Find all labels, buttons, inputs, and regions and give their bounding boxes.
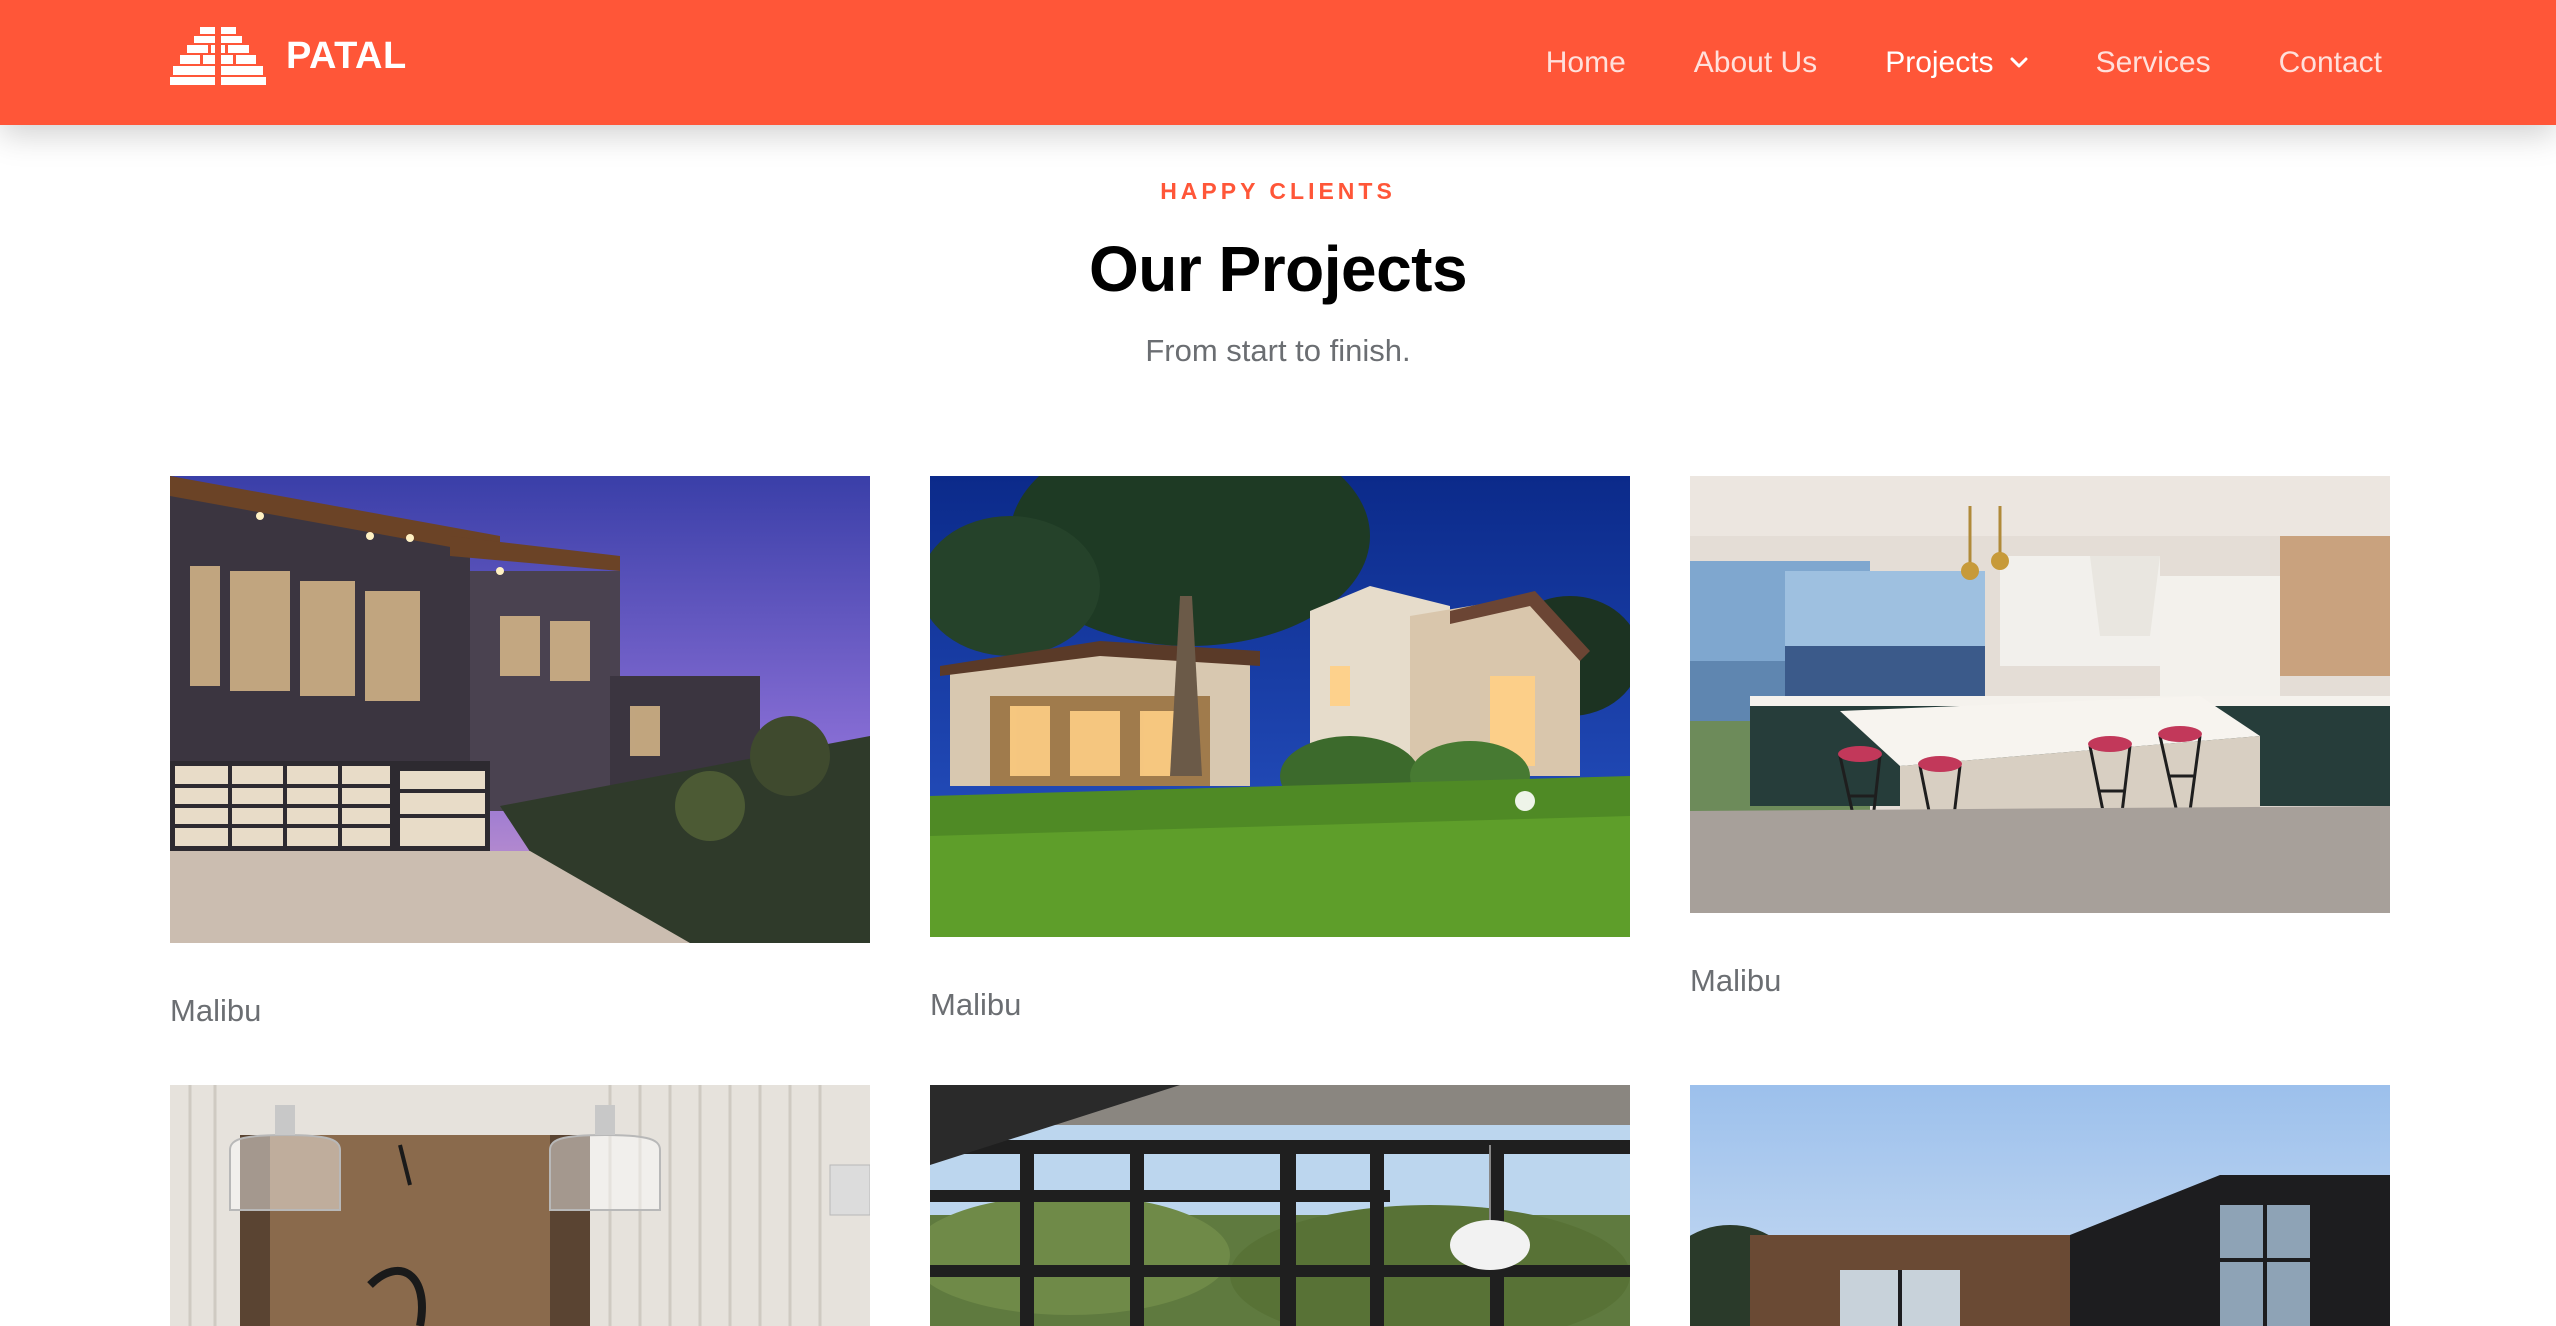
nav-item-projects[interactable]: Projects [1885,45,2028,80]
project-card[interactable]: Malibu [1690,476,2390,999]
nav-item-label: Home [1545,45,1626,79]
project-image[interactable] [170,1085,870,1326]
project-card[interactable] [1690,1085,2390,1326]
nav-item-label: Services [2095,45,2211,79]
brand[interactable]: PATAL [170,27,407,85]
nav-item-label: About Us [1693,45,1818,79]
project-card[interactable]: Malibu [930,476,1630,1023]
project-card[interactable]: Malibu [170,476,870,1029]
chevron-down-icon [2010,57,2028,67]
section-subtitle: From start to finish. [1145,333,1411,368]
project-image[interactable] [170,476,870,943]
project-image[interactable] [1690,476,2390,913]
project-caption: Malibu [170,993,262,1028]
brand-name: PATAL [286,34,407,77]
nav-item-services[interactable]: Services [2096,46,2211,80]
project-caption: Malibu [930,987,1022,1022]
section-title: Our Projects [1088,233,1468,305]
project-card[interactable] [170,1085,870,1326]
nav-item-label: Contact [2278,45,2382,79]
nav-item-label: Projects [1885,45,1994,79]
project-image[interactable] [930,476,1630,937]
project-card[interactable] [930,1085,1630,1326]
section-eyebrow: HAPPY CLIENTS [1160,178,1396,204]
main-nav: Home About Us Projects Services Contact [1478,0,2382,125]
nav-item-contact[interactable]: Contact [2279,46,2382,80]
project-image[interactable] [1690,1085,2390,1326]
project-image[interactable] [930,1085,1630,1326]
pyramid-logo-icon [170,27,266,85]
nav-item-home[interactable]: Home [1546,46,1626,80]
top-navbar: PATAL Home About Us Projects Services Co… [0,0,2556,125]
project-caption: Malibu [1690,963,1782,998]
nav-item-about-us[interactable]: About Us [1694,46,1817,80]
